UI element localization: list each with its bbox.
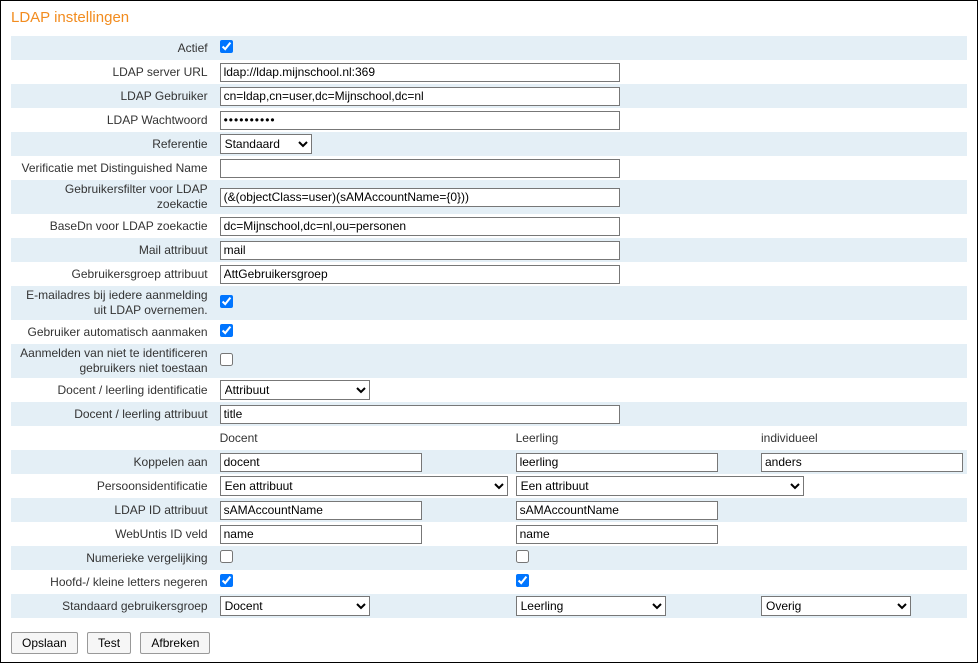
server-url-input[interactable]: [220, 63, 620, 82]
take-email-checkbox[interactable]: [220, 295, 233, 308]
user-filter-input[interactable]: [220, 188, 620, 207]
take-email-label: E-mailadres bij iedere aanmelding uit LD…: [11, 286, 216, 320]
link-student-input[interactable]: [516, 453, 718, 472]
id-attr-label: LDAP ID attribuut: [11, 498, 216, 522]
auto-create-label: Gebruiker automatisch aanmaken: [11, 320, 216, 344]
link-individual-input[interactable]: [761, 453, 963, 472]
col-individual-header: individueel: [757, 426, 967, 450]
user-filter-label: Gebruikersfilter voor LDAP zoekactie: [11, 180, 216, 214]
base-dn-input[interactable]: [220, 217, 620, 236]
ident-attr-label: Docent / leerling attribuut: [11, 402, 216, 426]
col-teacher-header: Docent: [216, 426, 512, 450]
page-title: LDAP instellingen: [11, 9, 967, 26]
ignore-case-teacher-checkbox[interactable]: [220, 574, 233, 587]
auto-create-checkbox[interactable]: [220, 324, 233, 337]
col-student-header: Leerling: [512, 426, 757, 450]
reference-label: Referentie: [11, 132, 216, 156]
webuntis-id-label: WebUntis ID veld: [11, 522, 216, 546]
verify-dn-label: Verificatie met Distinguished Name: [11, 156, 216, 180]
ldap-user-input[interactable]: [220, 87, 620, 106]
verify-dn-input[interactable]: [220, 159, 620, 178]
mail-attr-input[interactable]: [220, 241, 620, 260]
default-group-individual-select[interactable]: Overig: [761, 596, 911, 616]
active-checkbox[interactable]: [220, 40, 233, 53]
numeric-teacher-checkbox[interactable]: [220, 550, 233, 563]
ident-kind-select[interactable]: Attribuut: [220, 380, 370, 400]
base-dn-label: BaseDn voor LDAP zoekactie: [11, 214, 216, 238]
test-button[interactable]: Test: [87, 632, 131, 654]
active-label: Actief: [11, 36, 216, 60]
numeric-cmp-label: Numerieke vergelijking: [11, 546, 216, 570]
deny-unident-label: Aanmelden van niet te identificeren gebr…: [11, 344, 216, 378]
ident-kind-label: Docent / leerling identificatie: [11, 378, 216, 402]
default-group-teacher-select[interactable]: Docent: [220, 596, 370, 616]
person-ident-label: Persoonsidentificatie: [11, 474, 216, 498]
save-button[interactable]: Opslaan: [11, 632, 78, 654]
cancel-button[interactable]: Afbreken: [140, 632, 210, 654]
ident-attr-input[interactable]: [220, 405, 620, 424]
ldap-user-label: LDAP Gebruiker: [11, 84, 216, 108]
mail-attr-label: Mail attribuut: [11, 238, 216, 262]
id-attr-student-input[interactable]: [516, 501, 718, 520]
person-ident-teacher-select[interactable]: Een attribuut: [220, 476, 508, 496]
ignore-case-label: Hoofd-/ kleine letters negeren: [11, 570, 216, 594]
group-attr-label: Gebruikersgroep attribuut: [11, 262, 216, 286]
ldap-password-input[interactable]: [220, 111, 620, 130]
link-teacher-input[interactable]: [220, 453, 422, 472]
server-url-label: LDAP server URL: [11, 60, 216, 84]
id-attr-teacher-input[interactable]: [220, 501, 422, 520]
default-group-student-select[interactable]: Leerling: [516, 596, 666, 616]
person-ident-student-select[interactable]: Een attribuut: [516, 476, 804, 496]
webuntis-id-teacher-input[interactable]: [220, 525, 422, 544]
numeric-student-checkbox[interactable]: [516, 550, 529, 563]
default-group-label: Standaard gebruikersgroep: [11, 594, 216, 618]
reference-select[interactable]: Standaard: [220, 134, 312, 154]
ignore-case-student-checkbox[interactable]: [516, 574, 529, 587]
deny-unident-checkbox[interactable]: [220, 353, 233, 366]
ldap-password-label: LDAP Wachtwoord: [11, 108, 216, 132]
webuntis-id-student-input[interactable]: [516, 525, 718, 544]
link-to-label: Koppelen aan: [11, 450, 216, 474]
group-attr-input[interactable]: [220, 265, 620, 284]
